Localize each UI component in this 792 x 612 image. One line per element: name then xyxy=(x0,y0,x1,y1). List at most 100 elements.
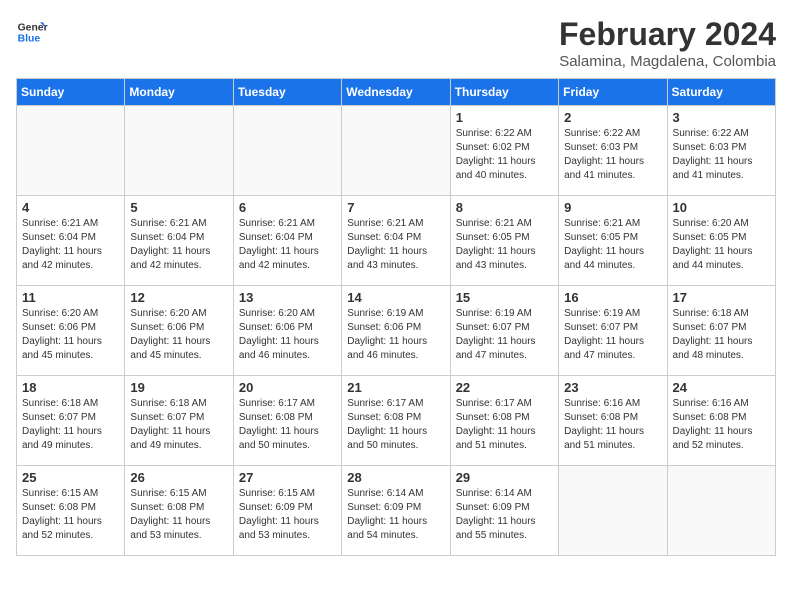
day-number: 12 xyxy=(130,290,227,305)
day-info: Sunrise: 6:21 AM Sunset: 6:05 PM Dayligh… xyxy=(564,217,661,273)
day-number: 9 xyxy=(564,200,661,215)
day-info: Sunrise: 6:15 AM Sunset: 6:08 PM Dayligh… xyxy=(130,487,227,543)
calendar-cell: 22Sunrise: 6:17 AM Sunset: 6:08 PM Dayli… xyxy=(450,376,558,466)
calendar-cell: 26 Sunrise: 6:15 AM Sunset: 6:08 PM Dayli… xyxy=(125,466,233,556)
header: General Blue February 2024 Salamina, Mag… xyxy=(16,16,776,70)
title-area: February 2024 Salamina, Magdalena, Colom… xyxy=(559,16,776,70)
calendar-week-row: 11Sunrise: 6:20 AM Sunset: 6:06 PM Dayli… xyxy=(17,286,776,376)
day-info: Sunrise: 6:14 AM Sunset: 6:09 PM Dayligh… xyxy=(456,487,553,543)
day-of-week-sunday: Sunday xyxy=(17,79,125,106)
day-info: Sunrise: 6:21 AM Sunset: 6:05 PM Dayligh… xyxy=(456,217,553,273)
day-number: 3 xyxy=(673,110,770,125)
day-info: Sunrise: 6:16 AM Sunset: 6:08 PM Dayligh… xyxy=(673,397,770,453)
day-number: 16 xyxy=(564,290,661,305)
day-number: 1 xyxy=(456,110,553,125)
day-number: 7 xyxy=(347,200,444,215)
calendar-cell: 19 Sunrise: 6:18 AM Sunset: 6:07 PM Dayli… xyxy=(125,376,233,466)
calendar-cell: 27 Sunrise: 6:15 AM Sunset: 6:09 PM Dayli… xyxy=(233,466,341,556)
day-info: Sunrise: 6:22 AM Sunset: 6:02 PM Dayligh… xyxy=(456,127,553,183)
day-info: Sunrise: 6:16 AM Sunset: 6:08 PM Dayligh… xyxy=(564,397,661,453)
day-info: Sunrise: 6:20 AM Sunset: 6:06 PM Dayligh… xyxy=(130,307,227,363)
calendar-cell xyxy=(342,106,450,196)
calendar-cell: 4 Sunrise: 6:21 AM Sunset: 6:04 PM Daylig… xyxy=(17,196,125,286)
calendar-week-row: 1 Sunrise: 6:22 AM Sunset: 6:02 PM Daylig… xyxy=(17,106,776,196)
day-number: 8 xyxy=(456,200,553,215)
logo-icon: General Blue xyxy=(16,16,48,48)
calendar-cell: 5 Sunrise: 6:21 AM Sunset: 6:04 PM Daylig… xyxy=(125,196,233,286)
calendar-cell: 14Sunrise: 6:19 AM Sunset: 6:06 PM Dayli… xyxy=(342,286,450,376)
calendar-cell: 25 Sunrise: 6:15 AM Sunset: 6:08 PM Dayli… xyxy=(17,466,125,556)
day-info: Sunrise: 6:19 AM Sunset: 6:07 PM Dayligh… xyxy=(456,307,553,363)
calendar-cell: 8 Sunrise: 6:21 AM Sunset: 6:05 PM Daylig… xyxy=(450,196,558,286)
calendar-table: SundayMondayTuesdayWednesdayThursdayFrid… xyxy=(16,78,776,556)
day-info: Sunrise: 6:19 AM Sunset: 6:06 PM Dayligh… xyxy=(347,307,444,363)
calendar-cell: 11Sunrise: 6:20 AM Sunset: 6:06 PM Dayli… xyxy=(17,286,125,376)
day-number: 26 xyxy=(130,470,227,485)
day-number: 22 xyxy=(456,380,553,395)
day-info: Sunrise: 6:15 AM Sunset: 6:09 PM Dayligh… xyxy=(239,487,336,543)
day-number: 20 xyxy=(239,380,336,395)
calendar-cell: 6 Sunrise: 6:21 AM Sunset: 6:04 PM Daylig… xyxy=(233,196,341,286)
calendar-body: 1 Sunrise: 6:22 AM Sunset: 6:02 PM Daylig… xyxy=(17,106,776,556)
day-of-week-thursday: Thursday xyxy=(450,79,558,106)
day-number: 19 xyxy=(130,380,227,395)
calendar-cell: 16Sunrise: 6:19 AM Sunset: 6:07 PM Dayli… xyxy=(559,286,667,376)
day-number: 29 xyxy=(456,470,553,485)
day-info: Sunrise: 6:22 AM Sunset: 6:03 PM Dayligh… xyxy=(673,127,770,183)
day-info: Sunrise: 6:18 AM Sunset: 6:07 PM Dayligh… xyxy=(130,397,227,453)
day-number: 4 xyxy=(22,200,119,215)
day-number: 25 xyxy=(22,470,119,485)
calendar-cell: 28 Sunrise: 6:14 AM Sunset: 6:09 PM Dayli… xyxy=(342,466,450,556)
calendar-cell: 12 Sunrise: 6:20 AM Sunset: 6:06 PM Dayli… xyxy=(125,286,233,376)
month-title: February 2024 xyxy=(559,16,776,53)
logo: General Blue xyxy=(16,16,48,48)
calendar-cell xyxy=(233,106,341,196)
day-number: 27 xyxy=(239,470,336,485)
day-number: 6 xyxy=(239,200,336,215)
day-number: 21 xyxy=(347,380,444,395)
calendar-cell xyxy=(559,466,667,556)
day-info: Sunrise: 6:18 AM Sunset: 6:07 PM Dayligh… xyxy=(22,397,119,453)
calendar-cell xyxy=(125,106,233,196)
day-info: Sunrise: 6:21 AM Sunset: 6:04 PM Dayligh… xyxy=(22,217,119,273)
calendar-cell: 21 Sunrise: 6:17 AM Sunset: 6:08 PM Dayli… xyxy=(342,376,450,466)
day-info: Sunrise: 6:21 AM Sunset: 6:04 PM Dayligh… xyxy=(239,217,336,273)
day-info: Sunrise: 6:20 AM Sunset: 6:06 PM Dayligh… xyxy=(22,307,119,363)
calendar-cell: 17 Sunrise: 6:18 AM Sunset: 6:07 PM Dayli… xyxy=(667,286,775,376)
day-of-week-friday: Friday xyxy=(559,79,667,106)
calendar-cell: 20 Sunrise: 6:17 AM Sunset: 6:08 PM Dayli… xyxy=(233,376,341,466)
day-number: 23 xyxy=(564,380,661,395)
calendar-cell: 23 Sunrise: 6:16 AM Sunset: 6:08 PM Dayli… xyxy=(559,376,667,466)
day-number: 13 xyxy=(239,290,336,305)
calendar-header-row: SundayMondayTuesdayWednesdayThursdayFrid… xyxy=(17,79,776,106)
calendar-cell: 15Sunrise: 6:19 AM Sunset: 6:07 PM Dayli… xyxy=(450,286,558,376)
day-of-week-wednesday: Wednesday xyxy=(342,79,450,106)
day-info: Sunrise: 6:14 AM Sunset: 6:09 PM Dayligh… xyxy=(347,487,444,543)
day-info: Sunrise: 6:21 AM Sunset: 6:04 PM Dayligh… xyxy=(130,217,227,273)
calendar-cell: 24 Sunrise: 6:16 AM Sunset: 6:08 PM Dayli… xyxy=(667,376,775,466)
calendar-cell: 13Sunrise: 6:20 AM Sunset: 6:06 PM Dayli… xyxy=(233,286,341,376)
day-info: Sunrise: 6:17 AM Sunset: 6:08 PM Dayligh… xyxy=(239,397,336,453)
day-info: Sunrise: 6:22 AM Sunset: 6:03 PM Dayligh… xyxy=(564,127,661,183)
calendar-cell: 18 Sunrise: 6:18 AM Sunset: 6:07 PM Dayli… xyxy=(17,376,125,466)
calendar-week-row: 4 Sunrise: 6:21 AM Sunset: 6:04 PM Daylig… xyxy=(17,196,776,286)
calendar-week-row: 25 Sunrise: 6:15 AM Sunset: 6:08 PM Dayli… xyxy=(17,466,776,556)
day-number: 18 xyxy=(22,380,119,395)
calendar-cell xyxy=(667,466,775,556)
day-info: Sunrise: 6:20 AM Sunset: 6:05 PM Dayligh… xyxy=(673,217,770,273)
day-of-week-monday: Monday xyxy=(125,79,233,106)
day-info: Sunrise: 6:17 AM Sunset: 6:08 PM Dayligh… xyxy=(347,397,444,453)
day-info: Sunrise: 6:21 AM Sunset: 6:04 PM Dayligh… xyxy=(347,217,444,273)
day-info: Sunrise: 6:15 AM Sunset: 6:08 PM Dayligh… xyxy=(22,487,119,543)
day-info: Sunrise: 6:18 AM Sunset: 6:07 PM Dayligh… xyxy=(673,307,770,363)
day-number: 24 xyxy=(673,380,770,395)
calendar-cell: 9 Sunrise: 6:21 AM Sunset: 6:05 PM Daylig… xyxy=(559,196,667,286)
day-of-week-saturday: Saturday xyxy=(667,79,775,106)
day-number: 5 xyxy=(130,200,227,215)
calendar-cell: 2Sunrise: 6:22 AM Sunset: 6:03 PM Daylig… xyxy=(559,106,667,196)
day-number: 28 xyxy=(347,470,444,485)
svg-text:Blue: Blue xyxy=(18,34,41,45)
calendar-cell: 3 Sunrise: 6:22 AM Sunset: 6:03 PM Daylig… xyxy=(667,106,775,196)
day-of-week-tuesday: Tuesday xyxy=(233,79,341,106)
day-number: 17 xyxy=(673,290,770,305)
